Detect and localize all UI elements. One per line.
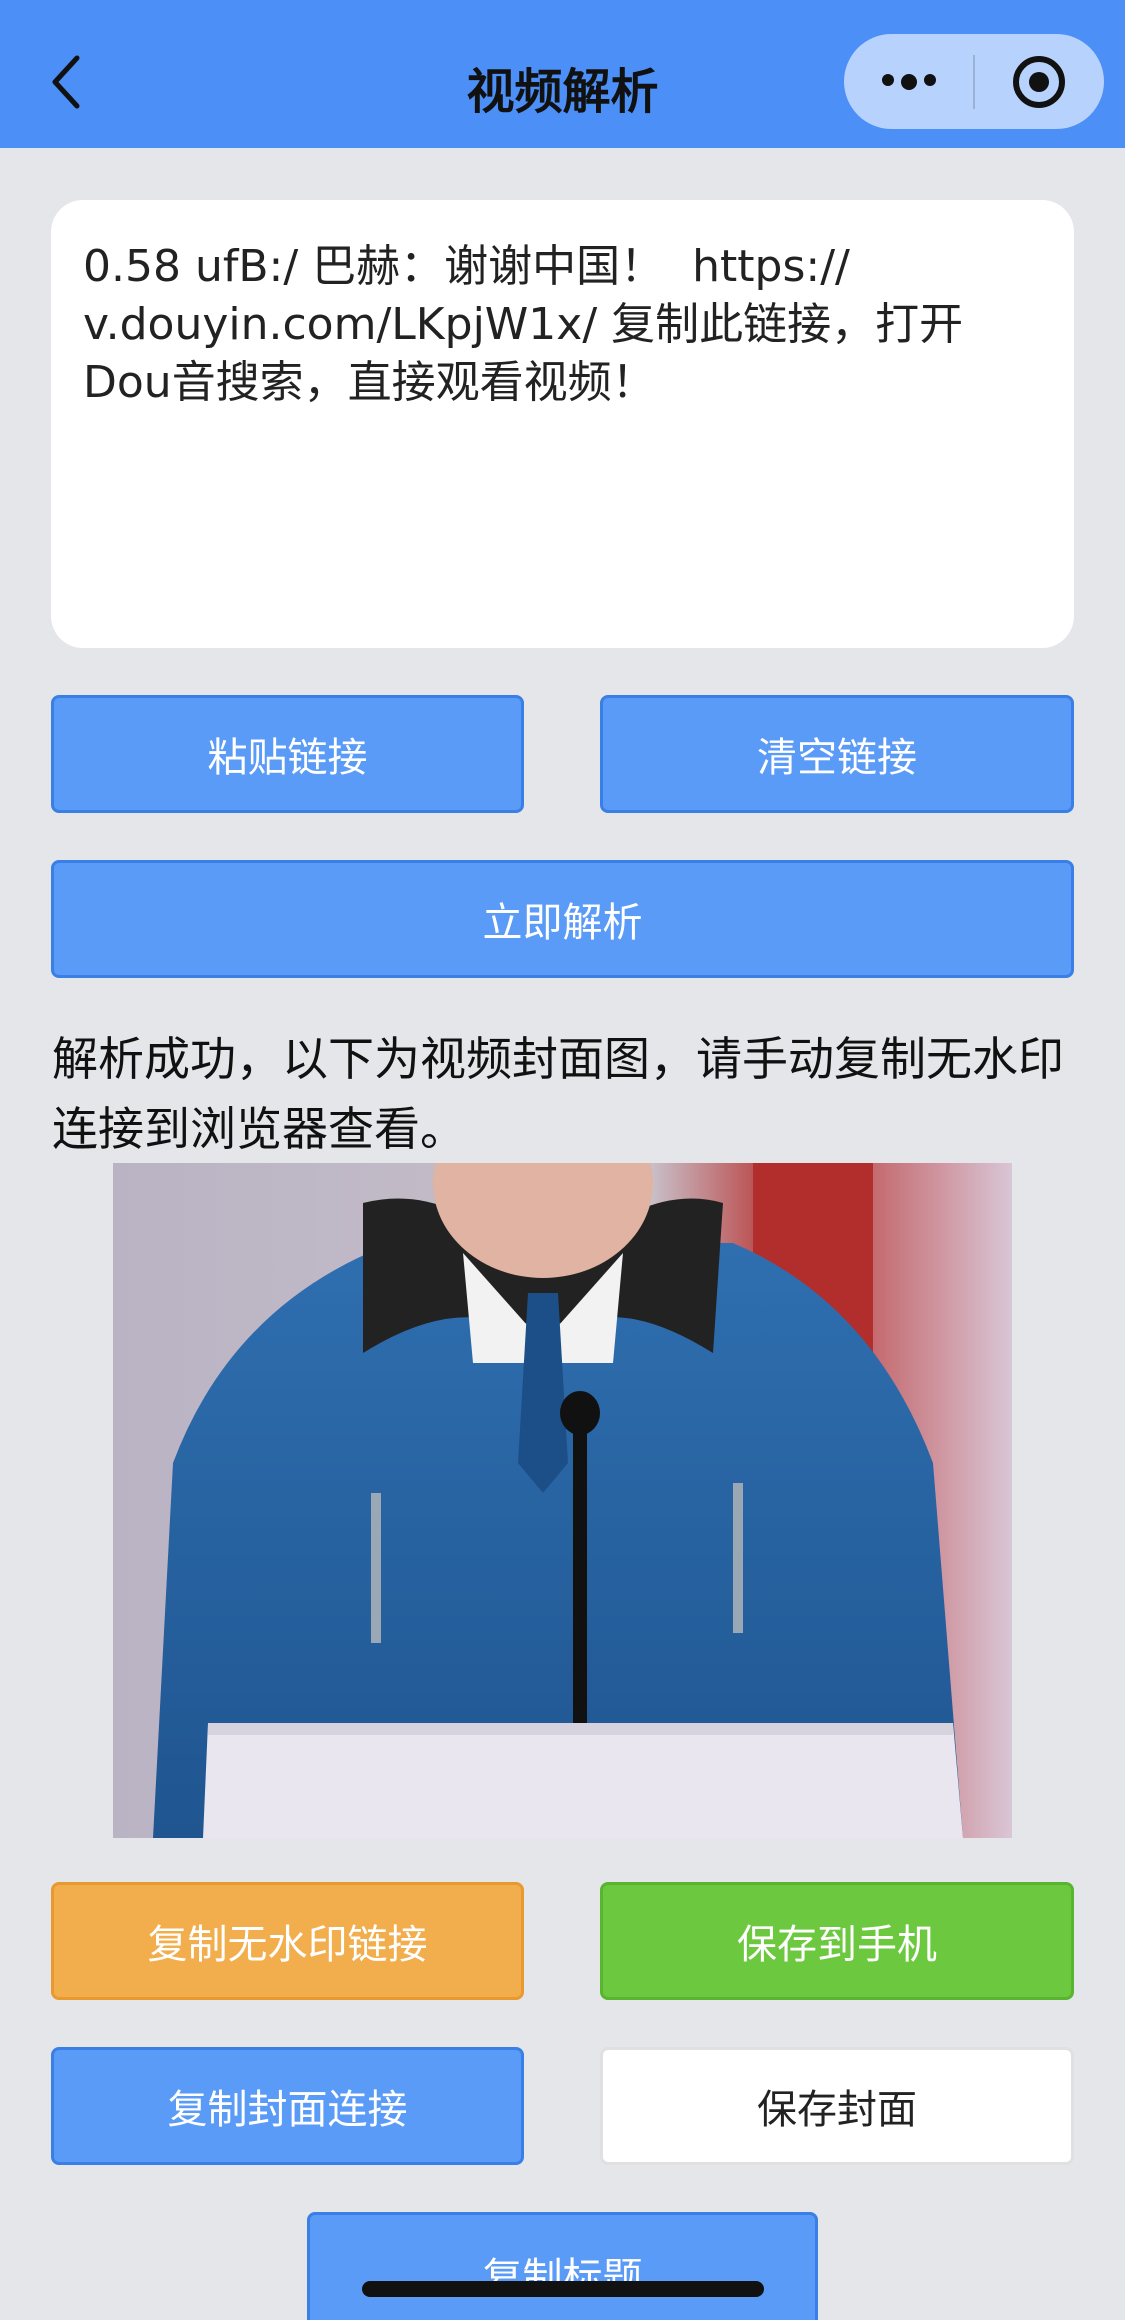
- home-indicator: [362, 2281, 764, 2297]
- clear-link-button[interactable]: 清空链接: [600, 695, 1074, 813]
- result-message: 解析成功，以下为视频封面图，请手动复制无水印连接到浏览器查看。: [52, 1032, 1064, 1156]
- save-cover-button[interactable]: 保存封面: [600, 2047, 1074, 2165]
- parse-now-button[interactable]: 立即解析: [51, 860, 1074, 978]
- video-cover-image: [113, 1163, 1012, 1838]
- save-to-phone-button[interactable]: 保存到手机: [600, 1882, 1074, 2000]
- link-input[interactable]: 0.58 ufB:/ 巴赫：谢谢中国！ https:// v.douyin.co…: [51, 200, 1074, 648]
- paste-link-button[interactable]: 粘贴链接: [51, 695, 524, 813]
- more-dots-icon: [881, 73, 936, 90]
- mini-program-capsule: [844, 34, 1104, 129]
- target-circle-icon: [1013, 55, 1066, 108]
- link-input-text[interactable]: 0.58 ufB:/ 巴赫：谢谢中国！ https:// v.douyin.co…: [83, 238, 1042, 412]
- copy-title-button[interactable]: 复制标题: [307, 2212, 818, 2320]
- navigation-bar: 视频解析: [0, 0, 1125, 148]
- close-button[interactable]: [975, 34, 1104, 129]
- more-button[interactable]: [844, 34, 973, 129]
- copy-no-watermark-link-button[interactable]: 复制无水印链接: [51, 1882, 524, 2000]
- copy-cover-link-button[interactable]: 复制封面连接: [51, 2047, 524, 2165]
